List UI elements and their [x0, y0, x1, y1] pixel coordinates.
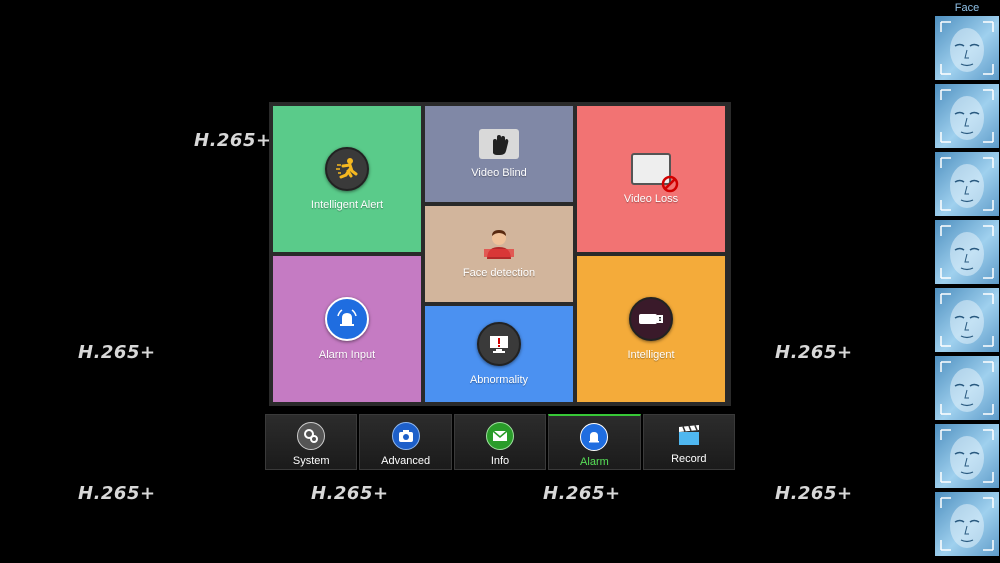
menu-label: Info	[490, 455, 510, 467]
bell-alarm-icon	[325, 297, 369, 341]
h265-watermark: H.265+	[775, 483, 853, 504]
face-thumbnail[interactable]	[935, 84, 999, 148]
tile-label: Face detection	[462, 267, 536, 279]
tile-label: Abnormality	[469, 374, 529, 386]
warning-monitor-icon	[477, 322, 521, 366]
menu-label: System	[292, 455, 330, 467]
face-scan-icon	[940, 157, 994, 211]
face-scan-icon	[940, 497, 994, 551]
face-scan-icon	[940, 361, 994, 415]
face-scan-icon	[940, 429, 994, 483]
clapperboard-icon	[676, 422, 702, 448]
tile-label: Video Blind	[471, 167, 527, 179]
h265-watermark: H.265+	[194, 130, 272, 151]
tile-label: Video Loss	[623, 193, 679, 205]
person-face-icon	[482, 229, 516, 259]
face-thumbnail[interactable]	[935, 152, 999, 216]
tile-video-blind[interactable]: Video Blind	[425, 106, 573, 202]
menu-label: Alarm	[580, 456, 609, 468]
h265-watermark: H.265+	[775, 342, 853, 363]
h265-watermark: H.265+	[78, 483, 156, 504]
face-thumbnail[interactable]	[935, 220, 999, 284]
monitor-no-signal-icon	[631, 153, 679, 193]
usb-drive-icon	[629, 297, 673, 341]
h265-watermark: H.265+	[78, 342, 156, 363]
face-scan-icon	[940, 21, 994, 75]
face-thumbnail[interactable]	[935, 288, 999, 352]
tile-intelligent-alert[interactable]: Intelligent Alert	[273, 106, 421, 252]
envelope-icon	[486, 422, 515, 450]
face-scan-icon	[940, 293, 994, 347]
menu-system[interactable]: System	[265, 414, 358, 470]
menu-label: Record	[671, 453, 707, 465]
face-sidebar-title: Face	[954, 2, 980, 14]
menu-alarm[interactable]: Alarm	[548, 414, 641, 470]
bell-icon	[580, 423, 609, 451]
tile-label: Intelligent	[627, 349, 675, 361]
menu-record[interactable]: Record	[642, 414, 736, 470]
h265-watermark: H.265+	[311, 483, 389, 504]
gears-icon	[297, 422, 326, 450]
hand-screen-icon	[479, 129, 519, 159]
camera-icon	[391, 422, 420, 450]
face-thumbnail[interactable]	[935, 424, 999, 488]
main-menu-bar: System Advanced Info Alarm Record	[265, 414, 736, 470]
tile-abnormality[interactable]: Abnormality	[425, 306, 573, 402]
tile-intelligent[interactable]: Intelligent	[577, 256, 725, 402]
tile-label: Alarm Input	[318, 349, 376, 361]
face-scan-icon	[940, 225, 994, 279]
alarm-menu-panel: Intelligent Alert Video Blind Video Loss…	[269, 102, 731, 406]
tile-alarm-input[interactable]: Alarm Input	[273, 256, 421, 402]
face-scan-icon	[940, 89, 994, 143]
running-person-icon	[325, 147, 369, 191]
menu-advanced[interactable]: Advanced	[359, 414, 452, 470]
face-capture-sidebar: Face	[934, 0, 1000, 563]
menu-label: Advanced	[381, 455, 431, 467]
menu-info[interactable]: Info	[453, 414, 547, 470]
face-thumbnail[interactable]	[935, 356, 999, 420]
tile-face-detection[interactable]: Face detection	[425, 206, 573, 302]
tile-video-loss[interactable]: Video Loss	[577, 106, 725, 252]
face-thumbnail[interactable]	[935, 492, 999, 556]
face-thumbnail[interactable]	[935, 16, 999, 80]
tile-label: Intelligent Alert	[310, 199, 384, 211]
h265-watermark: H.265+	[543, 483, 621, 504]
